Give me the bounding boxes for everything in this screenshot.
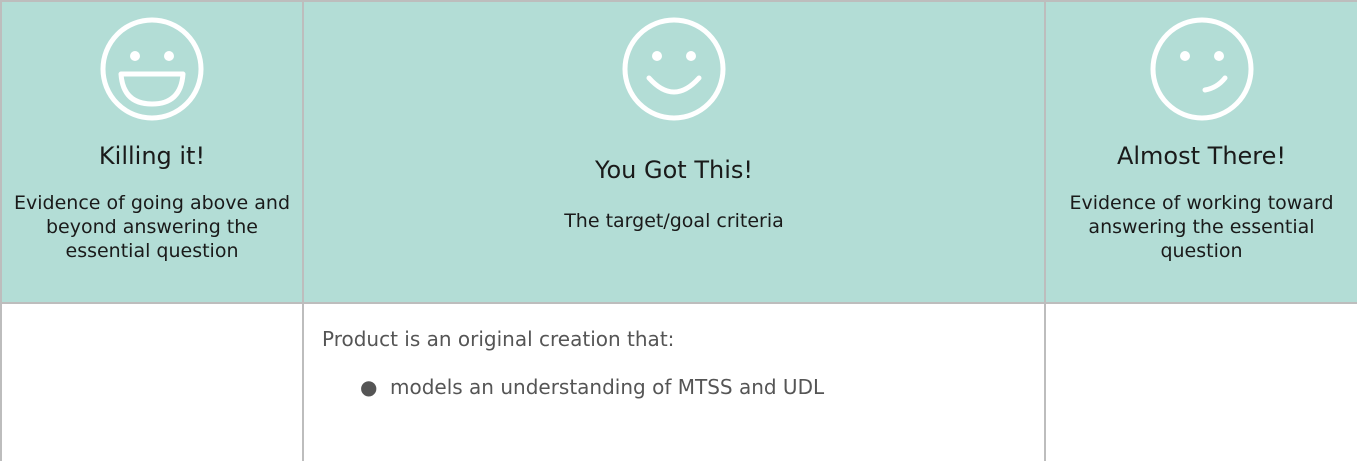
level-title: Killing it! (98, 142, 206, 170)
bullet-icon: ● (360, 375, 378, 399)
header-cell-almost-there: Almost There! Evidence of working toward… (1044, 0, 1357, 304)
header-cell-you-got-this: You Got This! The target/goal criteria (302, 0, 1046, 304)
level-description: Evidence of going above and beyond answe… (14, 192, 291, 262)
criteria-intro: Product is an original creation that: (322, 327, 675, 351)
criteria-list: ● models an understanding of MTSS and UD… (322, 374, 1026, 400)
rubric-table-container: Killing it! Evidence of going above and … (0, 0, 1357, 461)
level-description: The target/goal criteria (564, 210, 784, 232)
level-description: Evidence of working toward answering the… (1069, 192, 1334, 262)
level-title: Almost There! (1116, 142, 1287, 170)
smile-face-icon (619, 14, 729, 124)
level-title: You Got This! (595, 156, 753, 184)
criteria-list-item: ● models an understanding of MTSS and UD… (360, 374, 1026, 400)
rubric-criteria-row: Product is an original creation that: ● … (0, 302, 1357, 461)
header-cell-killing-it: Killing it! Evidence of going above and … (0, 0, 304, 304)
big-grin-face-icon (97, 14, 207, 124)
smirk-face-icon (1147, 14, 1257, 124)
rubric-header-row: Killing it! Evidence of going above and … (0, 0, 1357, 304)
rubric-table: Killing it! Evidence of going above and … (0, 0, 1357, 461)
criteria-cell-killing-it (0, 302, 304, 461)
criteria-cell-you-got-this: Product is an original creation that: ● … (302, 302, 1046, 461)
criteria-item-text: models an understanding of MTSS and UDL (390, 375, 825, 399)
criteria-cell-almost-there (1044, 302, 1357, 461)
